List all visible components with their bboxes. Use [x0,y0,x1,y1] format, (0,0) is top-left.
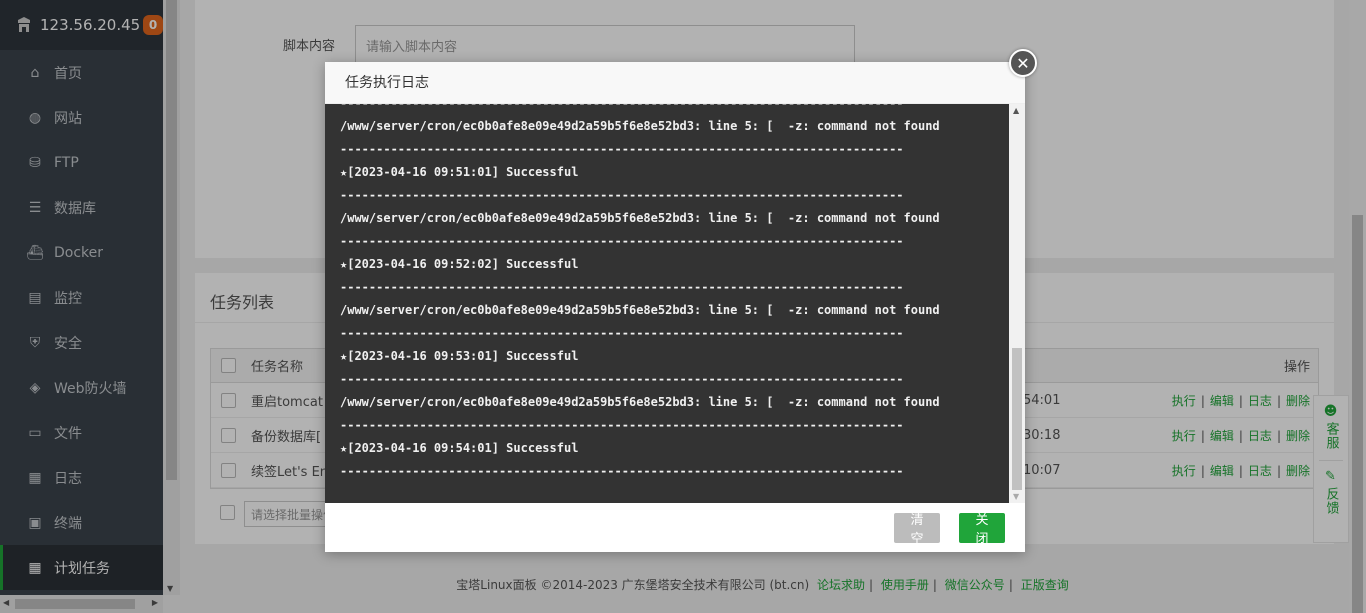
task-log-modal: 任务执行日志 ✕ -------------------------------… [325,49,1037,552]
close-icon[interactable]: ✕ [1009,49,1037,77]
modal-title: 任务执行日志 [325,62,1025,104]
modal-footer: 清空 关闭 [325,503,1025,552]
scroll-down-arrow-icon[interactable]: ▼ [1013,492,1019,501]
log-text: ----------------------------------------… [340,104,940,478]
close-button[interactable]: 关闭 [959,513,1005,547]
scroll-up-arrow-icon[interactable]: ▲ [1013,106,1019,115]
log-output[interactable]: ----------------------------------------… [325,104,1009,503]
log-scrollbar[interactable]: ▲ ▼ [1009,104,1025,503]
log-scroll-thumb[interactable] [1012,348,1022,490]
clear-button[interactable]: 清空 [894,513,940,547]
